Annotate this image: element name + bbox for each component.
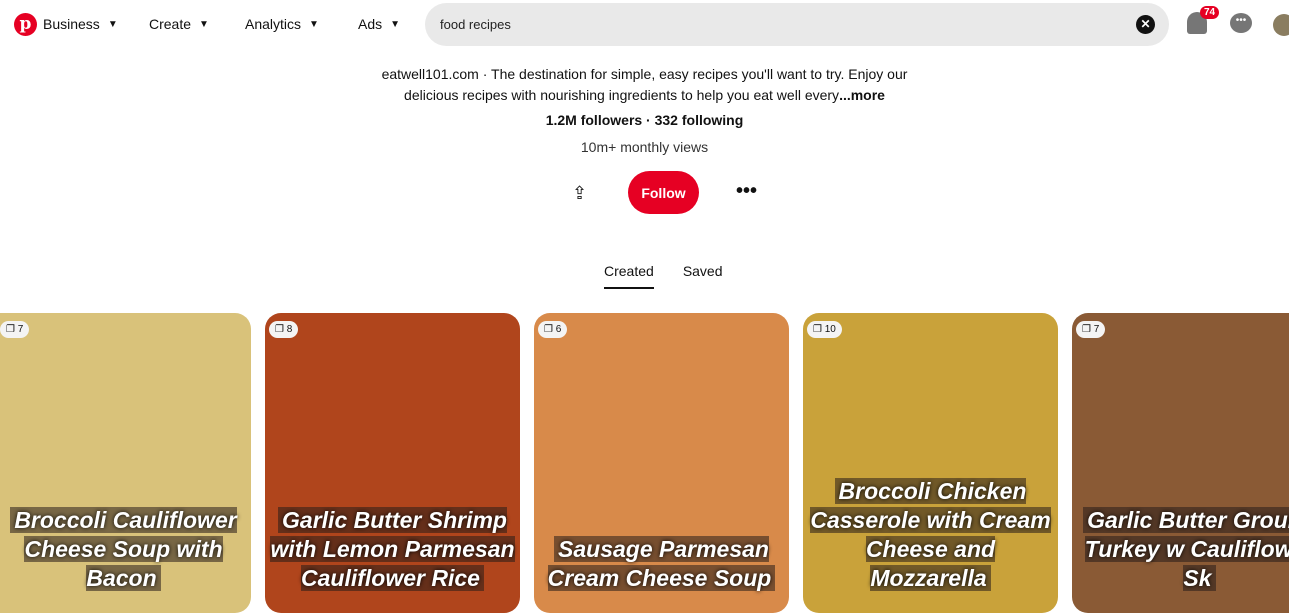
pinterest-logo[interactable]: p: [14, 13, 37, 36]
description-text: eatwell101.com · The destination for sim…: [381, 66, 908, 103]
pin-card[interactable]: ❐ 6 Sausage Parmesan Cream Cheese Soup: [534, 313, 789, 613]
chevron-down-icon: ▼: [199, 18, 209, 30]
pin-count: 10: [824, 324, 836, 335]
more-link[interactable]: ...more: [839, 87, 885, 103]
pin-title: Garlic Butter Ground Turkey w Cauliflowe…: [1072, 506, 1289, 593]
more-options-icon[interactable]: •••: [736, 180, 757, 203]
nav-label: Create: [149, 16, 192, 32]
nav-analytics[interactable]: Analytics ▼: [245, 16, 319, 32]
nav-label: Ads: [358, 16, 383, 32]
pin-card[interactable]: ❐ 7 Garlic Butter Ground Turkey w Caulifl…: [1072, 313, 1289, 613]
chevron-down-icon: ▼: [107, 18, 118, 30]
pin-title-text: Broccoli Chicken Casserole with Cream Ch…: [810, 478, 1051, 591]
nav-ads[interactable]: Ads ▼: [358, 16, 400, 32]
monthly-views: 10m+ monthly views: [580, 139, 709, 155]
pin-title: Broccoli Cauliflower Cheese Soup with Ba…: [0, 506, 251, 593]
share-icon[interactable]: ⇪: [572, 183, 587, 204]
pin-card[interactable]: ❐ 8 Garlic Butter Shrimp with Lemon Parme…: [265, 313, 520, 613]
pin-count-badge: ❐ 7: [1076, 321, 1106, 338]
avatar[interactable]: [1273, 14, 1289, 36]
nav-create[interactable]: Create ▼: [149, 16, 209, 32]
chevron-down-icon: ▼: [309, 18, 319, 30]
tab-saved[interactable]: Saved: [683, 263, 723, 289]
pin-title: Broccoli Chicken Casserole with Cream Ch…: [803, 477, 1058, 593]
pin-title: Sausage Parmesan Cream Cheese Soup: [534, 535, 789, 593]
pin-count-badge: ❐ 7: [0, 321, 30, 338]
chevron-down-icon: ▼: [390, 18, 401, 30]
pin-title-text: Sausage Parmesan Cream Cheese Soup: [547, 536, 776, 591]
top-bar: p Business ▼ Create ▼ Analytics ▼ Ads ▼ food…: [0, 0, 1289, 50]
nav-label: Analytics: [245, 16, 302, 32]
pin-title-text: Garlic Butter Ground Turkey w Cauliflowe…: [1083, 507, 1289, 591]
pin-count: 6: [555, 324, 562, 335]
pin-card[interactable]: ❐ 10 Broccoli Chicken Casserole with Crea…: [803, 313, 1058, 613]
pin-title: Garlic Butter Shrimp with Lemon Parmesan…: [265, 506, 520, 593]
pin-count: 7: [17, 324, 24, 335]
messages-icon[interactable]: •••: [1230, 13, 1252, 33]
pin-title-text: Garlic Butter Shrimp with Lemon Parmesan…: [270, 507, 515, 591]
pin-count-badge: ❐ 8: [269, 321, 299, 338]
follower-stats[interactable]: 1.2M followers · 332 following: [0, 112, 1289, 128]
pin-count-badge: ❐ 10: [807, 321, 842, 338]
pin-count: 7: [1093, 324, 1100, 335]
follow-button[interactable]: Follow: [628, 171, 699, 214]
nav-label: Business: [43, 16, 100, 32]
nav-business[interactable]: Business ▼: [43, 16, 118, 32]
pin-card[interactable]: ❐ 7 Broccoli Cauliflower Cheese Soup with…: [0, 313, 251, 613]
clear-search-icon[interactable]: ✕: [1136, 15, 1155, 34]
notification-badge: 74: [1200, 6, 1220, 19]
tab-created[interactable]: Created: [604, 263, 654, 289]
profile-description: eatwell101.com · The destination for sim…: [0, 64, 1289, 106]
pin-title-text: Broccoli Cauliflower Cheese Soup with Ba…: [10, 507, 237, 591]
search-value: food recipes: [440, 17, 511, 32]
pin-count: 8: [286, 324, 293, 335]
pin-count-badge: ❐ 6: [538, 321, 568, 338]
search-input[interactable]: food recipes ✕: [425, 3, 1169, 46]
profile-tabs: Created Saved: [604, 263, 723, 289]
